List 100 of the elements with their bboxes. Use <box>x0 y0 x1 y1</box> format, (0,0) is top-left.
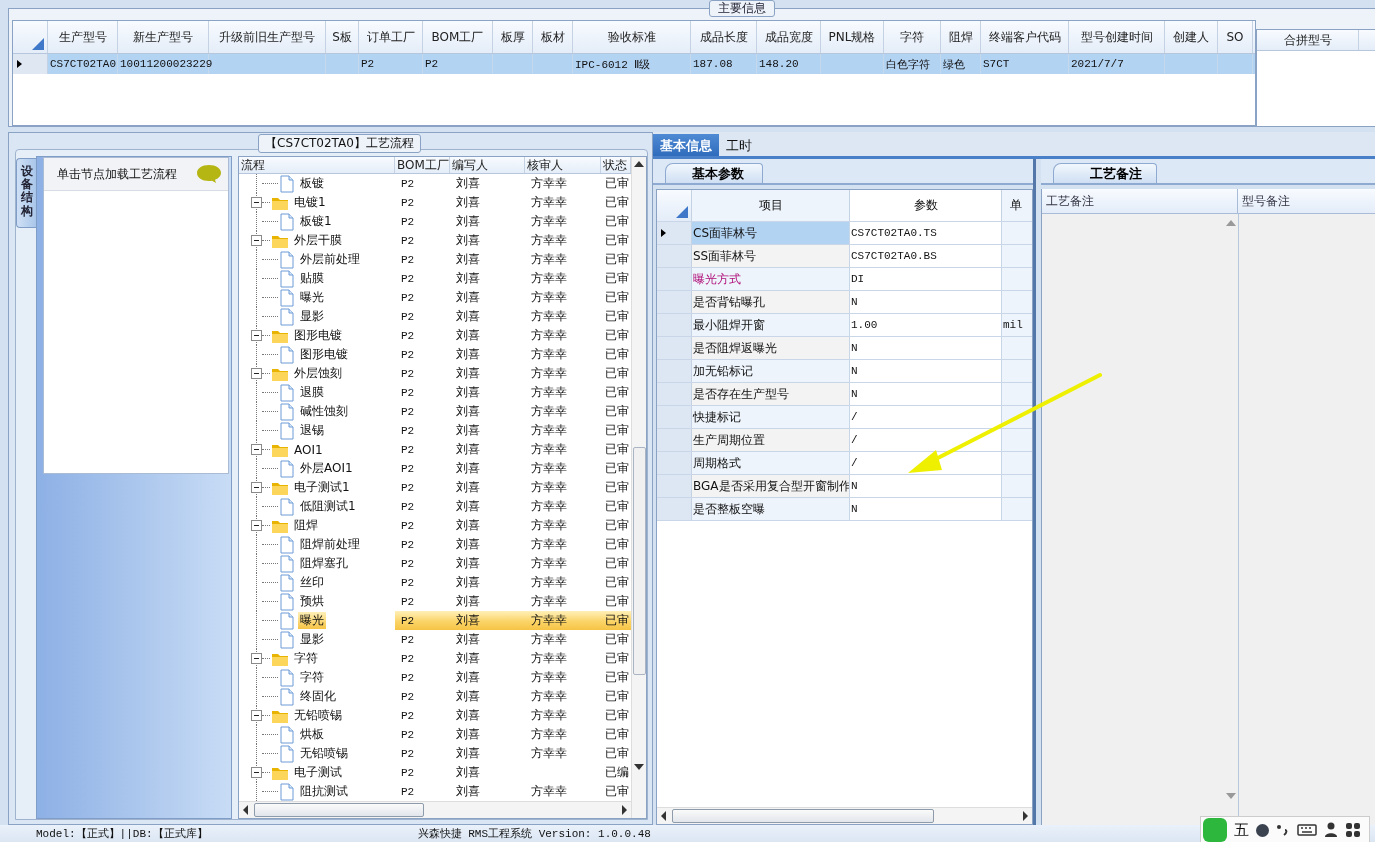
tree-row[interactable]: 退锡 P2 刘喜 方幸幸 已审 <box>239 421 631 440</box>
tree-row[interactable]: 丝印 P2 刘喜 方幸幸 已审 <box>239 573 631 592</box>
column-header[interactable]: 项目 <box>692 190 850 221</box>
column-header[interactable]: 创建人 <box>1165 21 1218 53</box>
tree-row[interactable]: 终固化 P2 刘喜 方幸幸 已审 <box>239 687 631 706</box>
column-header[interactable]: PNL规格 <box>821 21 884 53</box>
tree-row[interactable]: 外层干膜 P2 刘喜 方幸幸 已审 <box>239 231 631 250</box>
column-header[interactable]: 成品宽度 <box>757 21 821 53</box>
table-cell: 刘喜 <box>456 270 480 287</box>
table-cell-text: 白色字符 <box>886 57 930 72</box>
table-row[interactable]: CS7CT02TA0 10011200023229 P2 P2 IPC-6012 Ⅱ级 187.08 148.20 白色字符 绿色 S7CT 2021/7/7 <box>13 54 1255 74</box>
column-header[interactable]: BOM工厂 <box>423 21 493 53</box>
column-header[interactable]: 成品长度 <box>691 21 757 53</box>
column-header[interactable]: SO <box>1218 21 1253 53</box>
tab[interactable]: 基本参数 <box>665 163 763 183</box>
collapse-icon[interactable] <box>251 444 262 455</box>
parameter-row[interactable]: 最小阻焊开窗 1.00 mil <box>657 314 1032 337</box>
column-header[interactable]: 升级前旧生产型号 <box>209 21 326 53</box>
column-header[interactable]: 终端客户代码 <box>981 21 1069 53</box>
input-method-toolbar[interactable]: 五 <box>1200 816 1370 842</box>
table-cell: 方幸幸 <box>531 460 567 477</box>
collapse-icon[interactable] <box>251 197 262 208</box>
tree-row[interactable]: 贴膜 P2 刘喜 方幸幸 已审 <box>239 269 631 288</box>
column-header[interactable]: 新生产型号 <box>118 21 209 53</box>
column-header[interactable]: 订单工厂 <box>359 21 423 53</box>
parameter-row[interactable]: 生产周期位置 / <box>657 429 1032 452</box>
column-header[interactable]: 验收标准 <box>573 21 691 53</box>
column-header[interactable]: S板 <box>326 21 359 53</box>
parameter-row[interactable]: 周期格式 / <box>657 452 1032 475</box>
tree-row[interactable]: 外层AOI1 P2 刘喜 方幸幸 已审 <box>239 459 631 478</box>
tree-row[interactable]: 电镀1 P2 刘喜 方幸幸 已审 <box>239 193 631 212</box>
collapse-icon[interactable] <box>251 330 262 341</box>
column-header[interactable]: 型号创建时间 <box>1069 21 1165 53</box>
column-header[interactable]: 字符 <box>884 21 941 53</box>
tree-row[interactable]: 图形电镀 P2 刘喜 方幸幸 已审 <box>239 345 631 364</box>
tree-row[interactable]: 显影 P2 刘喜 方幸幸 已审 <box>239 307 631 326</box>
tree-row[interactable]: 无铅喷锡 P2 刘喜 方幸幸 已审 <box>239 706 631 725</box>
vertical-scrollbar[interactable] <box>1226 220 1236 799</box>
table-cell: 刘喜 <box>456 726 480 743</box>
tree-row[interactable]: 曝光 P2 刘喜 方幸幸 已审 <box>239 611 631 630</box>
column-header[interactable]: 单 <box>1002 190 1032 221</box>
side-tab[interactable]: 设备结构 <box>16 158 36 228</box>
parameter-row[interactable]: 是否存在生产型号 N <box>657 383 1032 406</box>
parameter-row[interactable]: CS面菲林号 CS7CT02TA0.TS <box>657 222 1032 245</box>
parameter-row[interactable]: 加无铅标记 N <box>657 360 1032 383</box>
tree-row[interactable]: 显影 P2 刘喜 方幸幸 已审 <box>239 630 631 649</box>
parameter-row[interactable]: 快捷标记 / <box>657 406 1032 429</box>
collapse-icon[interactable] <box>251 710 262 721</box>
tree-row[interactable]: 字符 P2 刘喜 方幸幸 已审 <box>239 668 631 687</box>
tree-row[interactable]: 阻焊塞孔 P2 刘喜 方幸幸 已审 <box>239 554 631 573</box>
tree-row[interactable]: 电子测试 P2 刘喜 已编 <box>239 763 631 782</box>
collapse-icon[interactable] <box>251 235 262 246</box>
vertical-scrollbar[interactable] <box>631 157 646 818</box>
tree-row[interactable]: 板镀1 P2 刘喜 方幸幸 已审 <box>239 212 631 231</box>
tree-row[interactable]: 外层前处理 P2 刘喜 方幸幸 已审 <box>239 250 631 269</box>
column-header[interactable]: 生产型号 <box>48 21 118 53</box>
tree-row[interactable]: 无铅喷锡 P2 刘喜 方幸幸 已审 <box>239 744 631 763</box>
column-header[interactable]: 编写人 <box>450 157 525 173</box>
parameter-row[interactable]: 是否整板空曝 N <box>657 498 1032 521</box>
tree-row[interactable]: 曝光 P2 刘喜 方幸幸 已审 <box>239 288 631 307</box>
tree-row[interactable]: 阻焊前处理 P2 刘喜 方幸幸 已审 <box>239 535 631 554</box>
tree-row[interactable]: 阻焊 P2 刘喜 方幸幸 已审 <box>239 516 631 535</box>
tree-row[interactable]: 板镀 P2 刘喜 方幸幸 已审 <box>239 174 631 193</box>
table-cell: P2 <box>401 443 415 456</box>
column-header[interactable]: 板材 <box>533 21 573 53</box>
collapse-icon[interactable] <box>251 653 262 664</box>
column-header[interactable]: 流程 <box>239 157 395 173</box>
table-cell: 已审 <box>605 232 629 249</box>
column-header[interactable]: BOM工厂 <box>395 157 450 173</box>
tab[interactable]: 基本信息 <box>653 134 719 156</box>
column-header[interactable]: 核审人 <box>525 157 601 173</box>
collapse-icon[interactable] <box>251 520 262 531</box>
tab[interactable]: 工时 <box>719 134 759 156</box>
step-name: 电子测试 <box>293 764 343 781</box>
tab[interactable]: 工艺备注 <box>1053 163 1157 183</box>
tree-row[interactable]: 烘板 P2 刘喜 方幸幸 已审 <box>239 725 631 744</box>
horizontal-scrollbar[interactable] <box>239 801 631 818</box>
parameter-row[interactable]: 曝光方式 DI <box>657 268 1032 291</box>
parameter-name: 生产周期位置 <box>693 431 765 449</box>
parameter-row[interactable]: 是否阻焊返曝光 N <box>657 337 1032 360</box>
column-header[interactable]: 参数 <box>850 190 1002 221</box>
tree-row[interactable]: 碱性蚀刻 P2 刘喜 方幸幸 已审 <box>239 402 631 421</box>
tree-row[interactable]: 电子测试1 P2 刘喜 方幸幸 已审 <box>239 478 631 497</box>
tree-row[interactable]: 退膜 P2 刘喜 方幸幸 已审 <box>239 383 631 402</box>
table-cell: P2 <box>401 652 415 665</box>
tree-row[interactable]: 图形电镀 P2 刘喜 方幸幸 已审 <box>239 326 631 345</box>
column-header[interactable]: 板厚 <box>493 21 533 53</box>
tree-row[interactable]: 外层蚀刻 P2 刘喜 方幸幸 已审 <box>239 364 631 383</box>
table-cell: P2 <box>401 633 415 646</box>
table-cell: 已审 <box>605 688 629 705</box>
collapse-icon[interactable] <box>251 482 262 493</box>
horizontal-scrollbar[interactable] <box>657 807 1032 824</box>
tree-row[interactable]: 低阻测试1 P2 刘喜 方幸幸 已审 <box>239 497 631 516</box>
collapse-icon[interactable] <box>251 368 262 379</box>
tree-row[interactable]: 字符 P2 刘喜 方幸幸 已审 <box>239 649 631 668</box>
parameter-row[interactable]: SS面菲林号 CS7CT02TA0.BS <box>657 245 1032 268</box>
tree-row[interactable]: AOI1 P2 刘喜 方幸幸 已审 <box>239 440 631 459</box>
collapse-icon[interactable] <box>251 767 262 778</box>
parameter-row[interactable]: 是否背钻曝孔 N <box>657 291 1032 314</box>
column-header[interactable]: 阻焊 <box>941 21 981 53</box>
